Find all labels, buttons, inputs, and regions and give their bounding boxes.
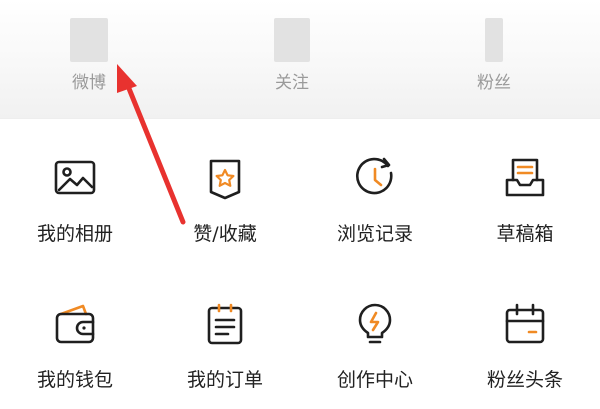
menu-item-fans-headline-label: 粉丝头条 [486,369,563,391]
menu-item-wallet-label: 我的钱包 [36,369,113,391]
profile-stats-bar: 微博 关注 粉丝 [0,0,600,118]
photo-album-icon [54,160,96,195]
fans-headline-calendar-icon [505,303,545,344]
menu-item-orders-label: 我的订单 [186,369,263,391]
stat-fans-label: 粉丝 [477,73,511,93]
menu-item-drafts[interactable]: 草稿箱 [450,154,600,246]
menu-item-wallet[interactable]: 我的钱包 [0,300,150,392]
order-list-icon [207,303,243,345]
section-divider [0,118,600,119]
stat-fans-count-blurred [485,18,503,62]
menu-item-browse-history[interactable]: 浏览记录 [300,154,450,246]
menu-item-album[interactable]: 我的相册 [0,154,150,246]
menu-item-creator-center-label: 创作中心 [336,369,413,391]
stat-fans[interactable]: 粉丝 [434,18,554,93]
stat-follow[interactable]: 关注 [232,18,352,93]
menu-item-orders[interactable]: 我的订单 [150,300,300,392]
wallet-icon [55,304,95,344]
favorite-badge-icon [209,159,241,200]
creator-bulb-icon [358,303,392,344]
stat-follow-count-blurred [274,18,310,62]
menu-item-drafts-label: 草稿箱 [496,223,554,245]
menu-item-browse-history-label: 浏览记录 [336,223,413,245]
stat-weibo[interactable]: 微博 [29,18,149,93]
stat-follow-label: 关注 [275,73,309,93]
drafts-tray-icon [505,158,545,197]
history-clock-icon [356,157,393,195]
stat-weibo-count-blurred [70,18,108,62]
menu-item-fans-headline[interactable]: 粉丝头条 [450,300,600,392]
stat-weibo-label: 微博 [72,73,106,93]
menu-item-likes-favorites-label: 赞/收藏 [193,223,257,245]
menu-item-creator-center[interactable]: 创作中心 [300,300,450,392]
menu-item-album-label: 我的相册 [36,223,113,245]
menu-item-likes-favorites[interactable]: 赞/收藏 [150,154,300,246]
